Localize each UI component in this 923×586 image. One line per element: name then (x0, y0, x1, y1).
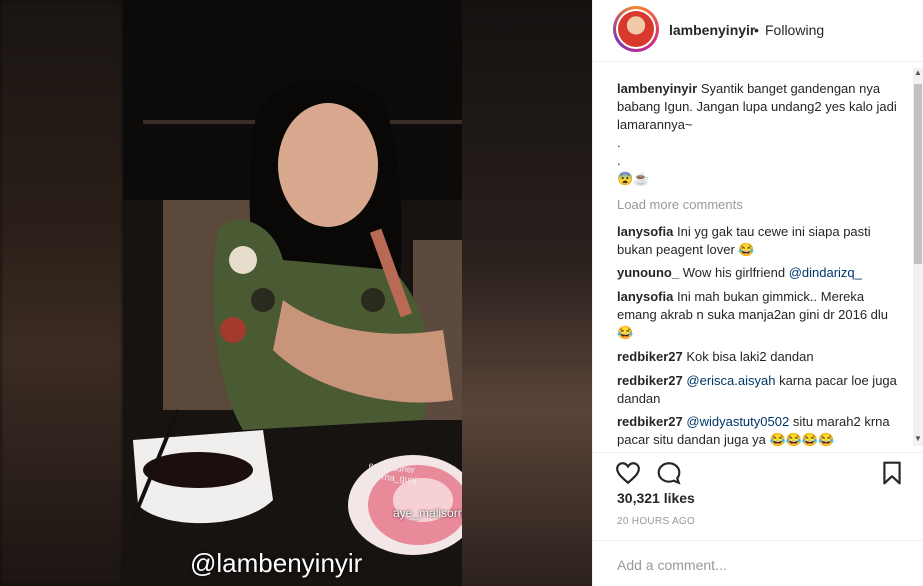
post-header: lambenyinyir • Following (593, 0, 923, 62)
comment-mention[interactable]: @widyastuty0502 (686, 414, 789, 429)
comment-username[interactable]: lanysofia (617, 224, 673, 239)
comments-list[interactable]: lambenyinyir Syantik banget gandengan ny… (593, 62, 923, 452)
video-scene (123, 0, 462, 586)
speech-bubble-icon[interactable] (656, 460, 682, 486)
caption-dot-1: . (617, 135, 621, 150)
post-media[interactable]: enjay.aurier @erna_gunj aye_malisorn @la… (0, 0, 592, 586)
comment-item: redbiker27 Kok bisa laki2 dandan (617, 348, 897, 366)
video-frame[interactable]: enjay.aurier @erna_gunj aye_malisorn (123, 0, 462, 586)
comment-username[interactable]: lanysofia (617, 289, 673, 304)
header-separator: • (754, 22, 759, 38)
avatar[interactable] (613, 6, 659, 52)
caption-dot-2: . (617, 153, 621, 168)
comment-item: yunouno_ Wow his girlfriend @dindarizq_ (617, 264, 897, 282)
comment-username[interactable]: redbiker27 (617, 349, 683, 364)
comment-mention[interactable]: @erisca.aisyah (686, 373, 775, 388)
video-blur-left (0, 0, 123, 586)
bookmark-icon[interactable] (879, 460, 905, 486)
comment-item: redbiker27 @erisca.aisyah karna pacar lo… (617, 372, 897, 408)
scrollbar-thumb[interactable] (914, 84, 922, 264)
comment-item: redbiker27 @widyastuty0502 situ marah2 k… (617, 413, 897, 449)
add-comment-bar (593, 540, 923, 586)
comment-text: Kok bisa laki2 dandan (686, 349, 814, 364)
action-bar (593, 452, 923, 486)
scroll-up-arrow-icon[interactable]: ▲ (913, 68, 923, 77)
header-username[interactable]: lambenyinyir (669, 22, 755, 38)
avatar-image (618, 11, 654, 47)
post-side-panel: lambenyinyir • Following lambenyinyir Sy… (592, 0, 923, 586)
comment-username[interactable]: redbiker27 (617, 373, 683, 388)
scroll-down-arrow-icon[interactable]: ▼ (913, 434, 923, 443)
following-button[interactable]: Following (765, 22, 824, 38)
comment-text: Wow his girlfriend (682, 265, 789, 280)
caption-username[interactable]: lambenyinyir (617, 81, 697, 96)
video-tag-user: aye_malisorn (393, 506, 462, 520)
video-watermark: @lambenyinyir (190, 548, 363, 578)
post-timestamp[interactable]: 20 HOURS AGO (617, 516, 695, 527)
add-comment-input[interactable] (615, 553, 899, 577)
comment-username[interactable]: redbiker27 (617, 414, 683, 429)
heart-icon[interactable] (615, 460, 641, 486)
comment-item: lanysofia Ini mah bukan gimmick.. Mereka… (617, 288, 897, 342)
likes-count[interactable]: 30,321 likes (617, 490, 695, 506)
comment-mention[interactable]: @dindarizq_ (789, 265, 862, 280)
caption: lambenyinyir Syantik banget gandengan ny… (617, 80, 897, 134)
load-more-comments[interactable]: Load more comments (617, 197, 743, 212)
comment-username[interactable]: yunouno_ (617, 265, 679, 280)
video-blur-right (462, 0, 592, 586)
caption-emoji: 😨☕ (617, 171, 650, 186)
comment-item: lanysofia Ini yg gak tau cewe ini siapa … (617, 223, 897, 259)
